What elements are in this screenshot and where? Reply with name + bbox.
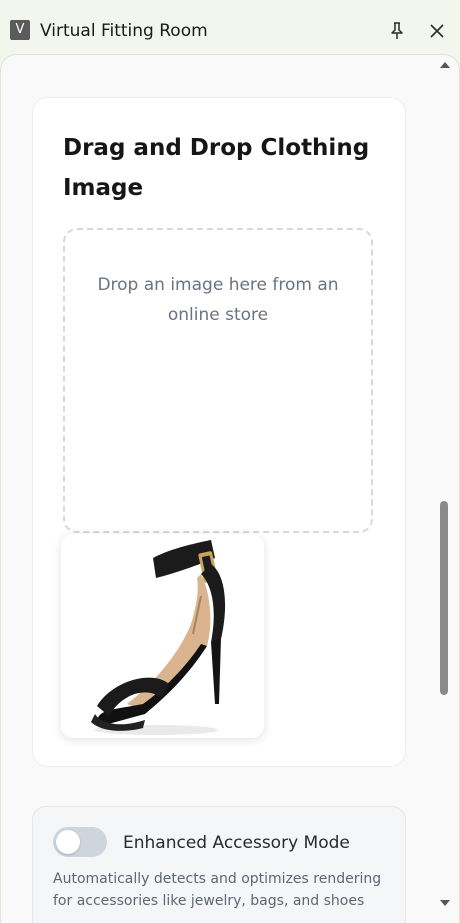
scrollbar-thumb[interactable] <box>440 501 448 695</box>
scroll-down-arrow[interactable] <box>438 898 452 908</box>
pin-icon <box>391 22 403 39</box>
toggle-knob <box>56 830 80 854</box>
content-panel: Drag and Drop Clothing Image Drop an ima… <box>0 54 460 923</box>
sandal-image <box>91 540 226 735</box>
accessory-mode-card: Enhanced Accessory Mode Automatically de… <box>32 806 406 923</box>
title-bar: V Virtual Fitting Room <box>0 0 460 56</box>
accessory-mode-label: Enhanced Accessory Mode <box>123 833 350 853</box>
close-button[interactable] <box>425 18 449 44</box>
app-icon: V <box>10 20 30 40</box>
image-dropzone[interactable]: Drop an image here from an online store <box>63 228 373 533</box>
dropzone-hint: Drop an image here from an online store <box>97 275 339 325</box>
clothing-preview-image[interactable] <box>61 534 264 738</box>
upload-card: Drag and Drop Clothing Image Drop an ima… <box>32 97 406 767</box>
accessory-mode-description: Automatically detects and optimizes rend… <box>53 871 382 909</box>
chevron-up-icon <box>440 62 450 68</box>
close-icon <box>430 24 444 38</box>
upload-heading: Drag and Drop Clothing Image <box>63 135 370 201</box>
accessory-mode-toggle[interactable] <box>53 827 107 857</box>
window-title: Virtual Fitting Room <box>40 21 208 41</box>
chevron-down-icon <box>440 900 450 906</box>
scroll-up-arrow[interactable] <box>438 60 452 70</box>
pin-button[interactable] <box>385 18 409 44</box>
